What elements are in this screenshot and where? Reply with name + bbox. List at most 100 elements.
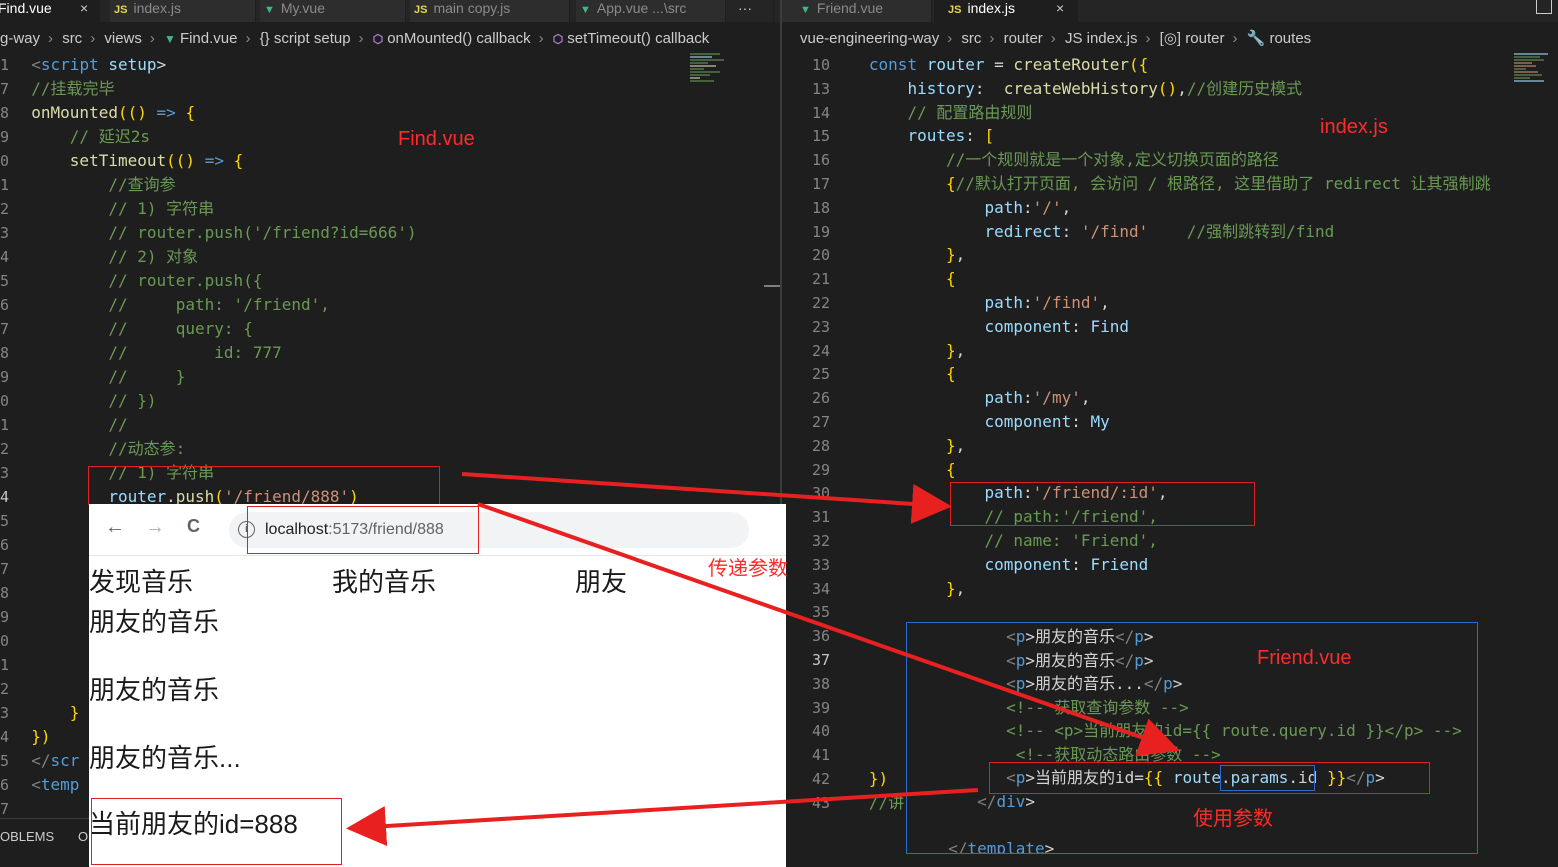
line-number: 2 xyxy=(0,680,10,698)
breadcrumb-item[interactable]: src xyxy=(961,30,981,47)
minimap[interactable] xyxy=(1514,52,1558,142)
code-line[interactable]: 15 routes: [ xyxy=(782,124,1558,148)
code-line[interactable]: 10 const router = createRouter({ xyxy=(782,53,1558,77)
code-line[interactable]: 8 onMounted(() => { xyxy=(0,101,780,125)
breadcrumb-item[interactable]: router xyxy=(1004,30,1043,47)
code-line[interactable]: 33 component: Friend xyxy=(782,553,1558,577)
breadcrumb-item[interactable]: Find.vue xyxy=(180,30,238,47)
find-vue-annotation: Find.vue xyxy=(398,128,475,150)
tab-index-js[interactable]: JS index.js xyxy=(110,0,256,22)
minimap[interactable] xyxy=(690,52,734,142)
code-line[interactable]: 16 //一个规则就是一个对象,定义切换页面的路径 xyxy=(782,148,1558,172)
nav-link-find[interactable]: 发现音乐 xyxy=(89,562,193,599)
code-line[interactable]: 2 //动态参: xyxy=(0,437,780,461)
code-line[interactable]: 14 // 配置路由规则 xyxy=(782,101,1558,125)
code-line[interactable]: 17 {//默认打开页面, 会访问 / 根路径, 这里借助了 redirect … xyxy=(782,172,1558,196)
code-line[interactable]: 21 { xyxy=(782,267,1558,291)
breadcrumb-item[interactable]: vue-engineering-way xyxy=(800,30,939,47)
line-text: { xyxy=(945,459,956,479)
tab-find-vue[interactable]: Find.vue × xyxy=(0,0,100,22)
breadcrumb-item[interactable]: JS index.js xyxy=(1065,30,1138,47)
tab-problems[interactable]: OBLEMS xyxy=(0,829,54,844)
code-line[interactable]: 2 // 1) 字符串 xyxy=(0,197,780,221)
method-icon: ⬡ xyxy=(372,32,384,46)
close-icon[interactable]: × xyxy=(80,0,88,16)
code-line[interactable]: <p>朋友的音乐</p> xyxy=(907,625,1477,648)
code-line[interactable]: 1 //查询参 xyxy=(0,173,780,197)
back-button[interactable]: ← xyxy=(105,516,125,539)
page-paragraph: 朋友的音乐 xyxy=(89,675,220,705)
line-text: } xyxy=(69,703,80,722)
breadcrumb-item[interactable]: views xyxy=(104,30,142,47)
code-line[interactable]: 23 component: Find xyxy=(782,315,1558,339)
code-line[interactable]: <!-- <p>当前朋友的id={{ route.query.id }}</p>… xyxy=(907,719,1477,742)
tab-main-copy-js[interactable]: JS main copy.js xyxy=(410,0,570,22)
more-actions-icon[interactable]: ··· xyxy=(734,0,774,22)
code-line[interactable]: 35 xyxy=(782,600,1558,624)
code-line[interactable]: 0 // }) xyxy=(0,389,780,413)
code-line[interactable]: 5 // router.push({ xyxy=(0,269,780,293)
code-line[interactable]: <p>朋友的音乐...</p> xyxy=(907,672,1477,695)
breadcrumb-item[interactable]: onMounted() callback xyxy=(387,30,530,47)
close-icon[interactable]: × xyxy=(1056,0,1064,16)
line-number: 5 xyxy=(0,512,10,530)
line-text: // }) xyxy=(108,391,157,410)
code-line[interactable]: 3 // router.push('/friend?id=666') xyxy=(0,221,780,245)
code-line[interactable]: 27 component: My xyxy=(782,410,1558,434)
scrollbar-thumb[interactable] xyxy=(764,285,780,287)
code-line[interactable]: 0 setTimeout(() => { xyxy=(0,149,780,173)
code-line[interactable]: <!-- 获取查询参数 --> xyxy=(907,696,1477,719)
code-line[interactable]: 34 }, xyxy=(782,577,1558,601)
code-line[interactable]: 4 // 2) 对象 xyxy=(0,245,780,269)
code-line[interactable]: <p>朋友的音乐</p> xyxy=(907,649,1477,672)
tab-label: Find.vue xyxy=(0,0,52,16)
breadcrumb-item[interactable]: src xyxy=(62,30,82,47)
line-text: component: My xyxy=(984,412,1110,431)
code-line[interactable]: 29 { xyxy=(782,458,1558,482)
tab-output[interactable]: O xyxy=(78,829,88,844)
tab-label: Friend.vue xyxy=(816,0,884,16)
tab-app-vue[interactable]: ▼ App.vue ...\src xyxy=(576,0,726,22)
line-text: {//默认打开页面, 会访问 / 根路径, 这里借助了 redirect 让其强… xyxy=(945,174,1491,193)
code-line[interactable]: 20 }, xyxy=(782,243,1558,267)
breadcrumb-item[interactable]: setTimeout() callback xyxy=(567,30,709,47)
code-line[interactable] xyxy=(907,813,1477,836)
code-line[interactable]: 1 <script setup> xyxy=(0,53,780,77)
code-line[interactable]: 7 //挂载完毕 xyxy=(0,77,780,101)
code-line[interactable]: 9 // } xyxy=(0,365,780,389)
code-line[interactable]: 7 // query: { xyxy=(0,317,780,341)
line-text: }, xyxy=(945,578,966,598)
code-line[interactable]: 8 // id: 777 xyxy=(0,341,780,365)
nav-link-my[interactable]: 我的音乐 xyxy=(332,562,436,599)
line-text: // query: { xyxy=(108,319,253,338)
split-editor-icon[interactable] xyxy=(1536,0,1552,14)
code-line[interactable]: 13 history: createWebHistory(),//创建历史模式 xyxy=(782,77,1558,101)
reload-button[interactable]: C xyxy=(187,516,200,537)
js-file-icon: JS xyxy=(414,4,428,16)
breadcrumb-item[interactable]: g-way xyxy=(0,30,40,47)
breadcrumb-item[interactable]: [◎] router xyxy=(1160,30,1225,47)
line-text: // 延迟2s xyxy=(69,127,150,146)
code-line[interactable]: 19 redirect: '/find' //强制跳转到/find xyxy=(782,220,1558,244)
line-text: <script setup> xyxy=(31,55,167,74)
nav-link-friend[interactable]: 朋友 xyxy=(575,562,627,599)
code-line[interactable]: 25 { xyxy=(782,362,1558,386)
code-line[interactable]: 28 }, xyxy=(782,434,1558,458)
vue-file-icon: ▼ xyxy=(580,4,591,16)
tab-friend-vue[interactable]: ▼ Friend.vue xyxy=(782,0,932,22)
code-line[interactable]: 9 // 延迟2s xyxy=(0,125,780,149)
highlight-params-box xyxy=(989,762,1430,794)
tab-index-js[interactable]: JS index.js × xyxy=(934,0,1078,22)
breadcrumb-item[interactable]: {} script setup xyxy=(260,30,351,47)
code-line[interactable]: </template> xyxy=(907,837,1477,854)
tab-my-vue[interactable]: ▼ My.vue xyxy=(260,0,406,22)
forward-button[interactable]: → xyxy=(145,516,165,539)
code-line[interactable]: 6 // path: '/friend', xyxy=(0,293,780,317)
breadcrumb-item[interactable]: 🔧 routes xyxy=(1247,30,1312,47)
code-line[interactable]: 1 // xyxy=(0,413,780,437)
code-line[interactable]: 32 // name: 'Friend', xyxy=(782,529,1558,553)
code-line[interactable]: 22 path:'/find', xyxy=(782,291,1558,315)
code-line[interactable]: 26 path:'/my', xyxy=(782,386,1558,410)
code-line[interactable]: 24 }, xyxy=(782,339,1558,363)
code-line[interactable]: 18 path:'/', xyxy=(782,196,1558,220)
